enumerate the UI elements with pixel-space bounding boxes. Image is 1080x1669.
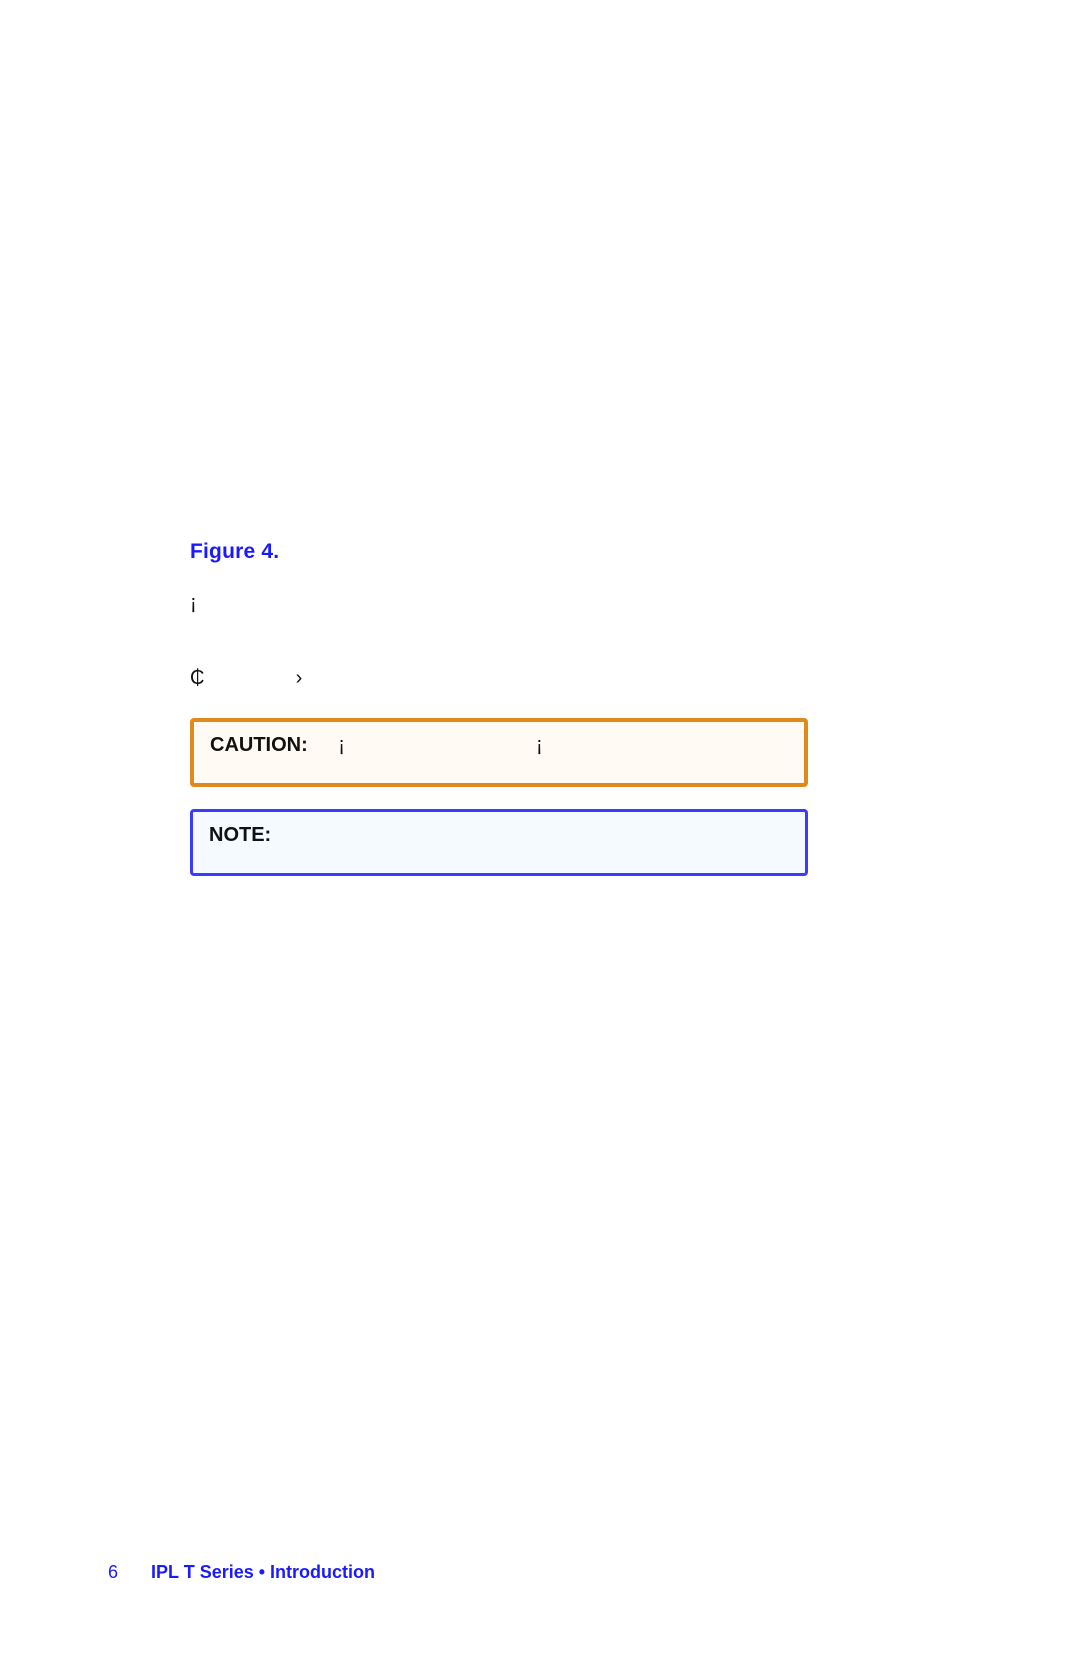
document-page: Figure 4. ¡ ₵ › CAUTION: ¡ ¡ NOTE: 6 IPL…: [0, 0, 1080, 1669]
glyph-angle-right: ›: [296, 667, 303, 690]
page-footer: 6 IPL T Series • Introduction: [108, 1562, 375, 1583]
glyph-inverted-exclamation: ¡: [338, 734, 345, 756]
footer-title: IPL T Series • Introduction: [151, 1562, 375, 1582]
figure-caption: Figure 4.: [190, 540, 808, 564]
content-region: Figure 4. ¡ ₵ › CAUTION: ¡ ¡ NOTE:: [190, 540, 808, 876]
glyph-inverted-exclamation: ¡: [536, 734, 543, 756]
glyph-cedi: ₵: [190, 667, 290, 690]
glyph-inverted-exclamation: ¡: [190, 592, 197, 615]
page-number: 6: [108, 1562, 118, 1582]
body-text-line-2: ₵ ›: [190, 667, 808, 690]
caution-label: CAUTION:: [210, 734, 308, 757]
note-callout: NOTE:: [190, 809, 808, 876]
note-label: NOTE:: [209, 824, 271, 846]
caution-text: ¡ ¡: [338, 734, 542, 756]
body-text-line-1: ¡: [190, 592, 808, 615]
caution-callout: CAUTION: ¡ ¡: [190, 718, 808, 787]
